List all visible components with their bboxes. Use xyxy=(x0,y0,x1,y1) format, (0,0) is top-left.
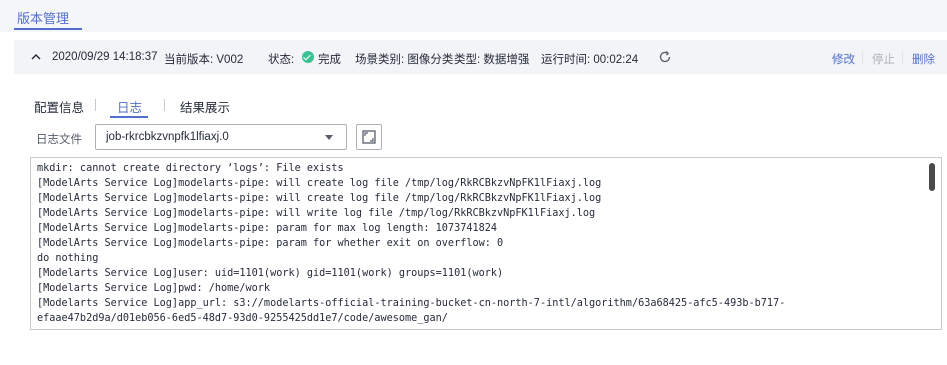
tab-divider xyxy=(164,99,165,111)
tab-version-management[interactable]: 版本管理 xyxy=(17,8,69,27)
scene-category: 场景类别: 图像分类 xyxy=(355,54,454,66)
log-lines: mkdir: cannot create directory ‘logs’: F… xyxy=(37,161,917,326)
stop-button[interactable]: 停止 xyxy=(872,51,895,67)
log-line: mkdir: cannot create directory ‘logs’: F… xyxy=(37,163,344,174)
log-line: [ModelArts Service Log]modelarts-pipe: w… xyxy=(37,208,596,219)
check-circle-icon xyxy=(302,51,314,63)
version-datetime: 2020/09/29 14:18:37 xyxy=(52,51,158,63)
modify-button[interactable]: 修改 xyxy=(832,51,855,67)
log-line: [ModelArts Service Log]modelarts-pipe: w… xyxy=(37,193,602,204)
log-line: do nothing xyxy=(37,253,99,264)
log-file-value: job-rkrcbkzvnpfk1lfiaxj.0 xyxy=(106,131,229,143)
current-version: 当前版本: V002 xyxy=(164,54,244,66)
runtime: 运行时间: 00:02:24 xyxy=(541,54,639,66)
log-line: [ModelArts Service Log]modelarts-pipe: p… xyxy=(37,238,504,249)
caret-down-icon xyxy=(325,135,333,140)
tab-results[interactable]: 结果展示 xyxy=(180,97,230,116)
status-value: 完成 xyxy=(318,54,341,66)
log-line: [Modelarts Service Log]user: uid=1101(wo… xyxy=(37,268,504,279)
log-line: [ModelArts Service Log]modelarts-pipe: w… xyxy=(37,178,602,189)
log-file-select[interactable]: job-rkrcbkzvnpfk1lfiaxj.0 xyxy=(95,124,347,150)
fullscreen-icon xyxy=(362,130,376,144)
refresh-icon[interactable] xyxy=(658,50,672,64)
active-subtab-indicator xyxy=(110,116,148,118)
fullscreen-button[interactable] xyxy=(356,124,382,150)
tab-config-info[interactable]: 配置信息 xyxy=(34,97,84,116)
version-summary-bar: 2020/09/29 14:18:37 当前版本: V002 状态: 完成 场景… xyxy=(14,40,947,74)
log-viewer[interactable]: mkdir: cannot create directory ‘logs’: F… xyxy=(30,157,942,330)
log-line: efaae47b2d9a/d01eb056-6ed5-48d7-93d0-925… xyxy=(37,313,448,324)
status-label: 状态: xyxy=(268,54,295,66)
action-divider xyxy=(902,52,903,63)
log-line: [ModelArts Service Log]modelarts-pipe: p… xyxy=(37,223,498,234)
scrollbar-thumb[interactable] xyxy=(929,163,935,191)
delete-button[interactable]: 删除 xyxy=(912,51,935,67)
action-divider xyxy=(862,52,863,63)
tab-log[interactable]: 日志 xyxy=(117,97,142,116)
tab-divider xyxy=(95,99,96,111)
top-tab-bar: 版本管理 xyxy=(0,0,947,32)
log-file-label: 日志文件 xyxy=(36,134,82,146)
log-line: [Modelarts Service Log]app_url: s3://mod… xyxy=(37,298,786,309)
active-tab-indicator xyxy=(14,28,82,30)
chevron-up-icon[interactable] xyxy=(29,50,43,64)
job-type: 类型: 数据增强 xyxy=(454,54,530,66)
log-line: [Modelarts Service Log]pwd: /home/work xyxy=(37,283,271,294)
